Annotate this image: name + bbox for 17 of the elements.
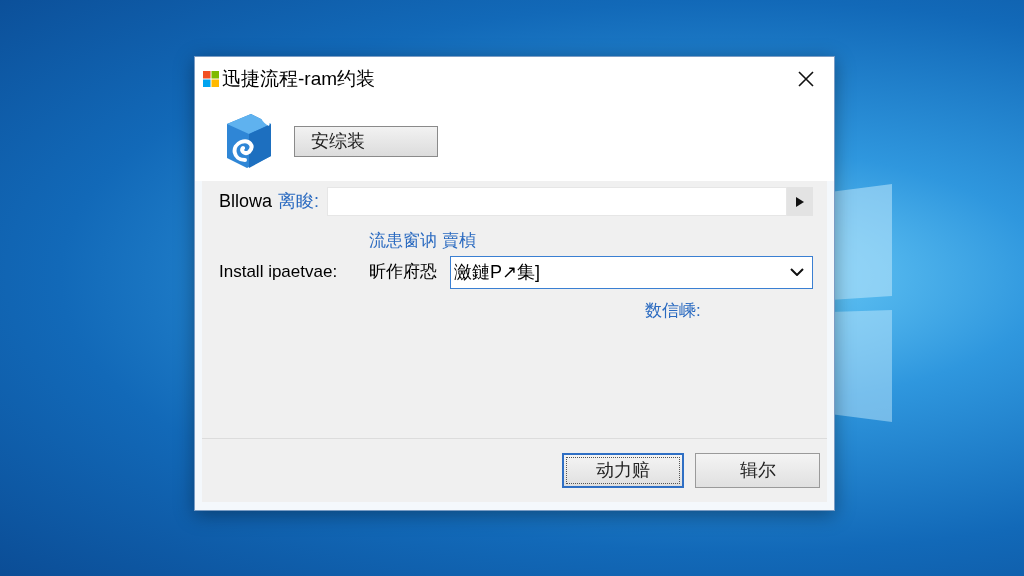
window-title: 迅捷流程-ram约装 (222, 66, 376, 91)
hint-text: 流患窗讷 賣楨 (369, 230, 476, 252)
note-text: 数信嵊: (645, 299, 701, 322)
path-field[interactable] (327, 187, 787, 216)
field-label-note: 离睃: (278, 190, 320, 213)
four-squares-icon (203, 71, 219, 87)
combo-box[interactable]: 瀲鏈P↗集] (450, 255, 813, 289)
field-label: Install ipaetvae: (219, 261, 339, 284)
dialog-button[interactable]: 辑尔 (695, 453, 820, 488)
field-sub-label: 昕作府恐 (369, 261, 438, 284)
play-arrow-icon (796, 196, 804, 207)
chevron-down-icon (790, 268, 804, 276)
arrow-button[interactable] (787, 187, 813, 216)
field-label: Bllowa (219, 190, 273, 213)
dialog-button[interactable]: 动力赔 (562, 453, 684, 488)
install-button[interactable]: 安综装 (294, 125, 438, 157)
close-icon[interactable] (798, 71, 814, 87)
